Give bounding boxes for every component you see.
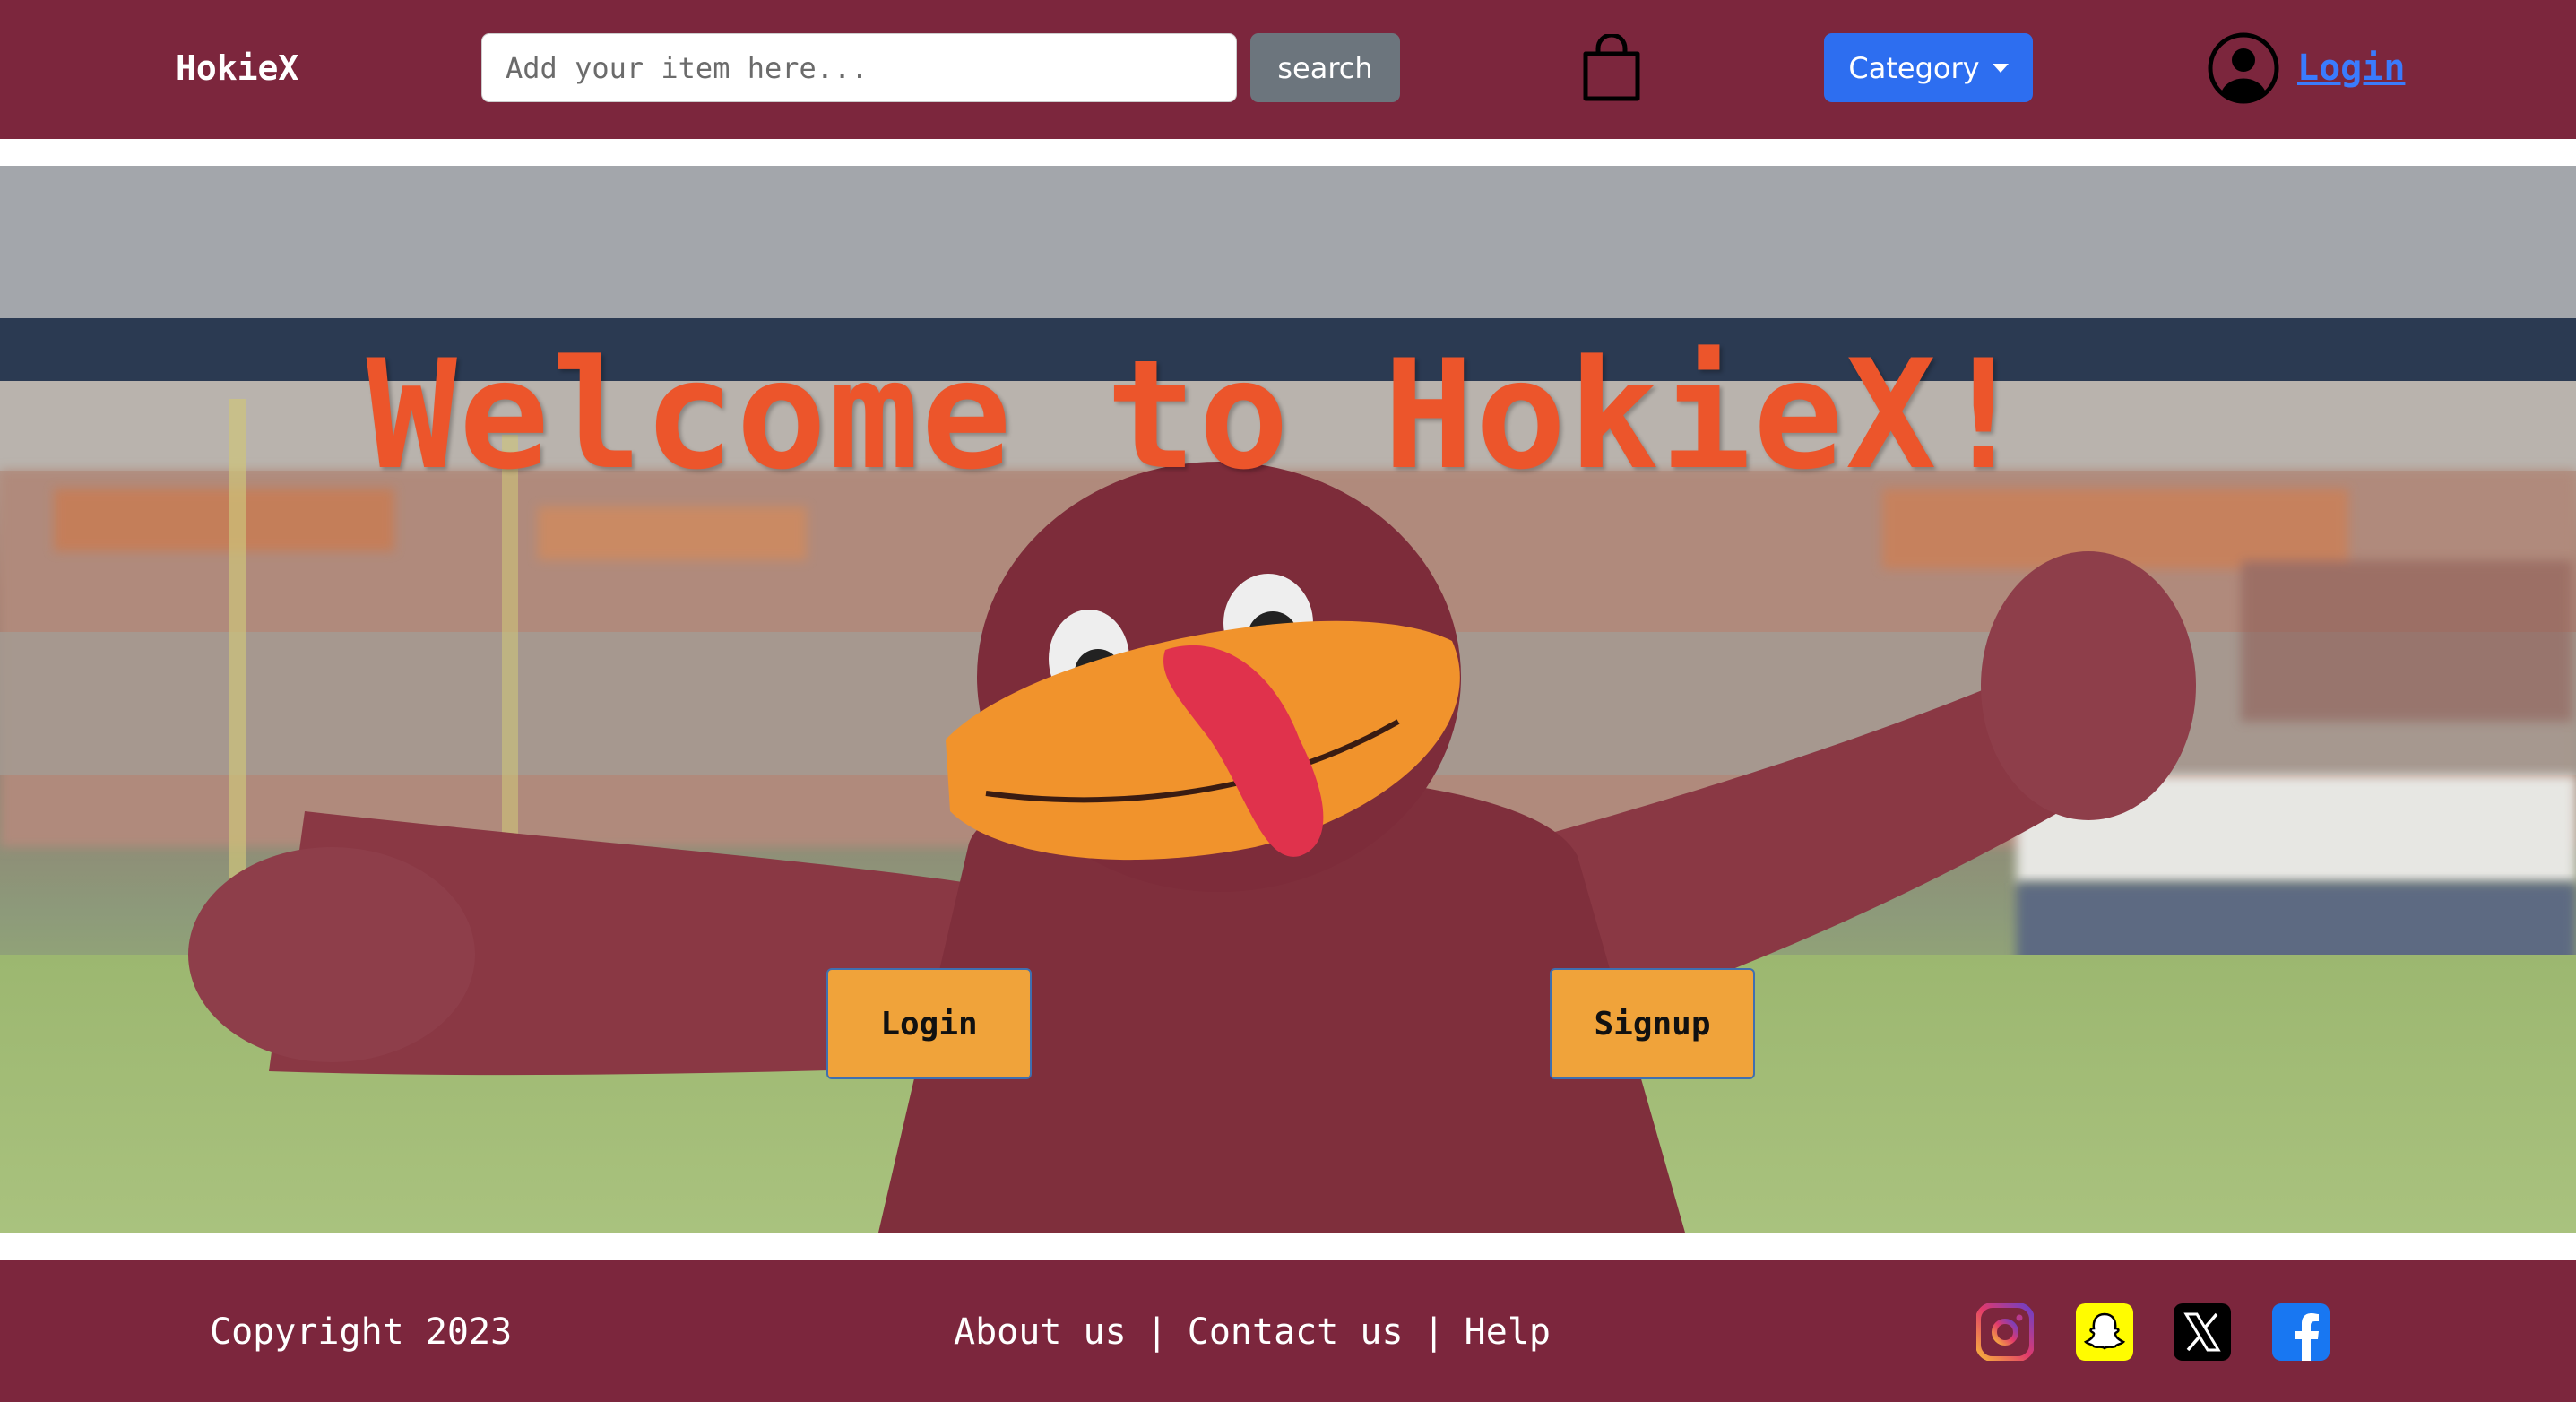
x-icon[interactable] (2174, 1303, 2231, 1361)
footer-separator: | (1145, 1311, 1168, 1353)
hero-login-button[interactable]: Login (826, 968, 1032, 1079)
footer-separator: | (1422, 1311, 1445, 1353)
category-label: Category (1848, 50, 1980, 85)
category-dropdown[interactable]: Category (1824, 33, 2033, 102)
instagram-icon[interactable] (1976, 1303, 2034, 1361)
search-input[interactable] (481, 33, 1237, 102)
hero-title: Welcome to HokieX! (366, 327, 2031, 503)
hero-banner: Welcome to HokieX! Login Signup (0, 166, 2576, 1233)
help-link[interactable]: Help (1465, 1307, 1551, 1357)
search-button[interactable]: search (1250, 33, 1400, 102)
hero-signup-button[interactable]: Signup (1550, 968, 1755, 1079)
hero-mascot-image (0, 166, 2576, 1233)
about-us-link[interactable]: About us (954, 1307, 1127, 1357)
caret-down-icon (1992, 63, 2009, 73)
nav-login-link[interactable]: Login (2297, 43, 2405, 93)
copyright-text: Copyright 2023 (210, 1311, 513, 1353)
footer: Copyright 2023 About us | Contact us | H… (0, 1260, 2576, 1402)
shopping-bag-icon[interactable] (1580, 34, 1643, 102)
facebook-icon[interactable] (2272, 1303, 2330, 1361)
brand-logo[interactable]: HokieX (176, 45, 298, 91)
contact-us-link[interactable]: Contact us (1188, 1307, 1404, 1357)
snapchat-icon[interactable] (2076, 1303, 2133, 1361)
user-avatar-icon[interactable] (2208, 32, 2279, 104)
footer-links: About us | Contact us | Help (954, 1307, 1551, 1357)
navbar: HokieX search Category Login (0, 0, 2576, 139)
